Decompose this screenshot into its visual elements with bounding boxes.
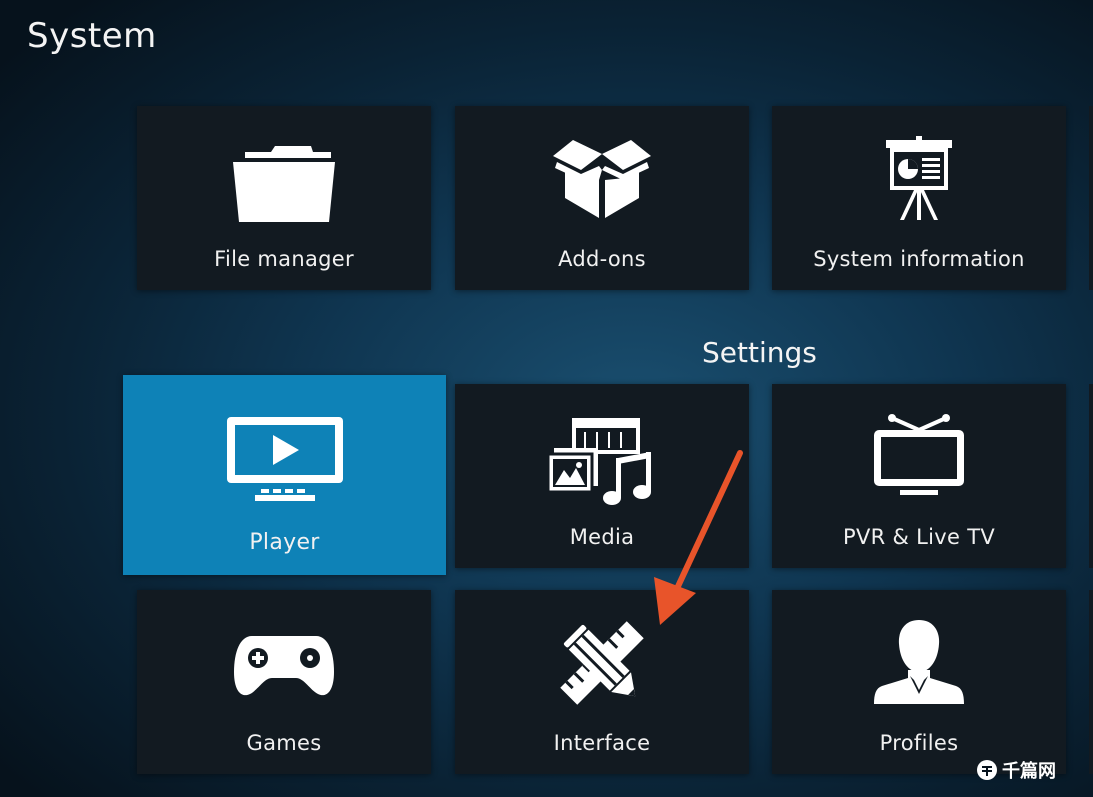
add-ons-label: Add-ons: [558, 247, 646, 271]
games-label: Games: [246, 731, 322, 755]
watermark: 千篇网: [977, 757, 1056, 783]
offscreen-tile-edge-2: [1089, 384, 1093, 568]
file-manager-label: File manager: [214, 247, 354, 271]
add-ons-tile[interactable]: Add-ons: [455, 106, 749, 290]
offscreen-tile-edge-3: [1089, 590, 1093, 774]
folder-icon: [233, 146, 335, 222]
system-information-label: System information: [813, 247, 1025, 271]
pvr-live-tv-tile[interactable]: PVR & Live TV: [772, 384, 1066, 568]
games-tile[interactable]: Games: [137, 590, 431, 774]
tv-play-icon: [226, 417, 343, 501]
pencil-ruler-icon: [560, 621, 644, 705]
player-tile[interactable]: Player: [123, 375, 446, 575]
antenna-tv-icon: [874, 414, 964, 495]
interface-label: Interface: [553, 731, 651, 755]
open-box-icon: [553, 140, 651, 218]
system-information-tile[interactable]: System information: [772, 106, 1066, 290]
watermark-text: 千篇网: [1002, 761, 1056, 782]
offscreen-tile-edge: [1089, 106, 1093, 290]
profiles-label: Profiles: [879, 731, 959, 755]
gamepad-icon: [234, 636, 334, 696]
watermark-logo-icon: [977, 760, 997, 780]
pvr-live-tv-label: PVR & Live TV: [843, 525, 995, 549]
annotation-arrow-icon: [654, 450, 743, 625]
player-label: Player: [249, 530, 320, 555]
page-title: System: [27, 16, 157, 56]
profiles-tile[interactable]: Profiles: [772, 590, 1066, 774]
file-manager-tile[interactable]: File manager: [137, 106, 431, 290]
person-icon: [874, 620, 964, 704]
settings-section-title: Settings: [702, 336, 817, 369]
presentation-board-icon: [886, 136, 952, 220]
